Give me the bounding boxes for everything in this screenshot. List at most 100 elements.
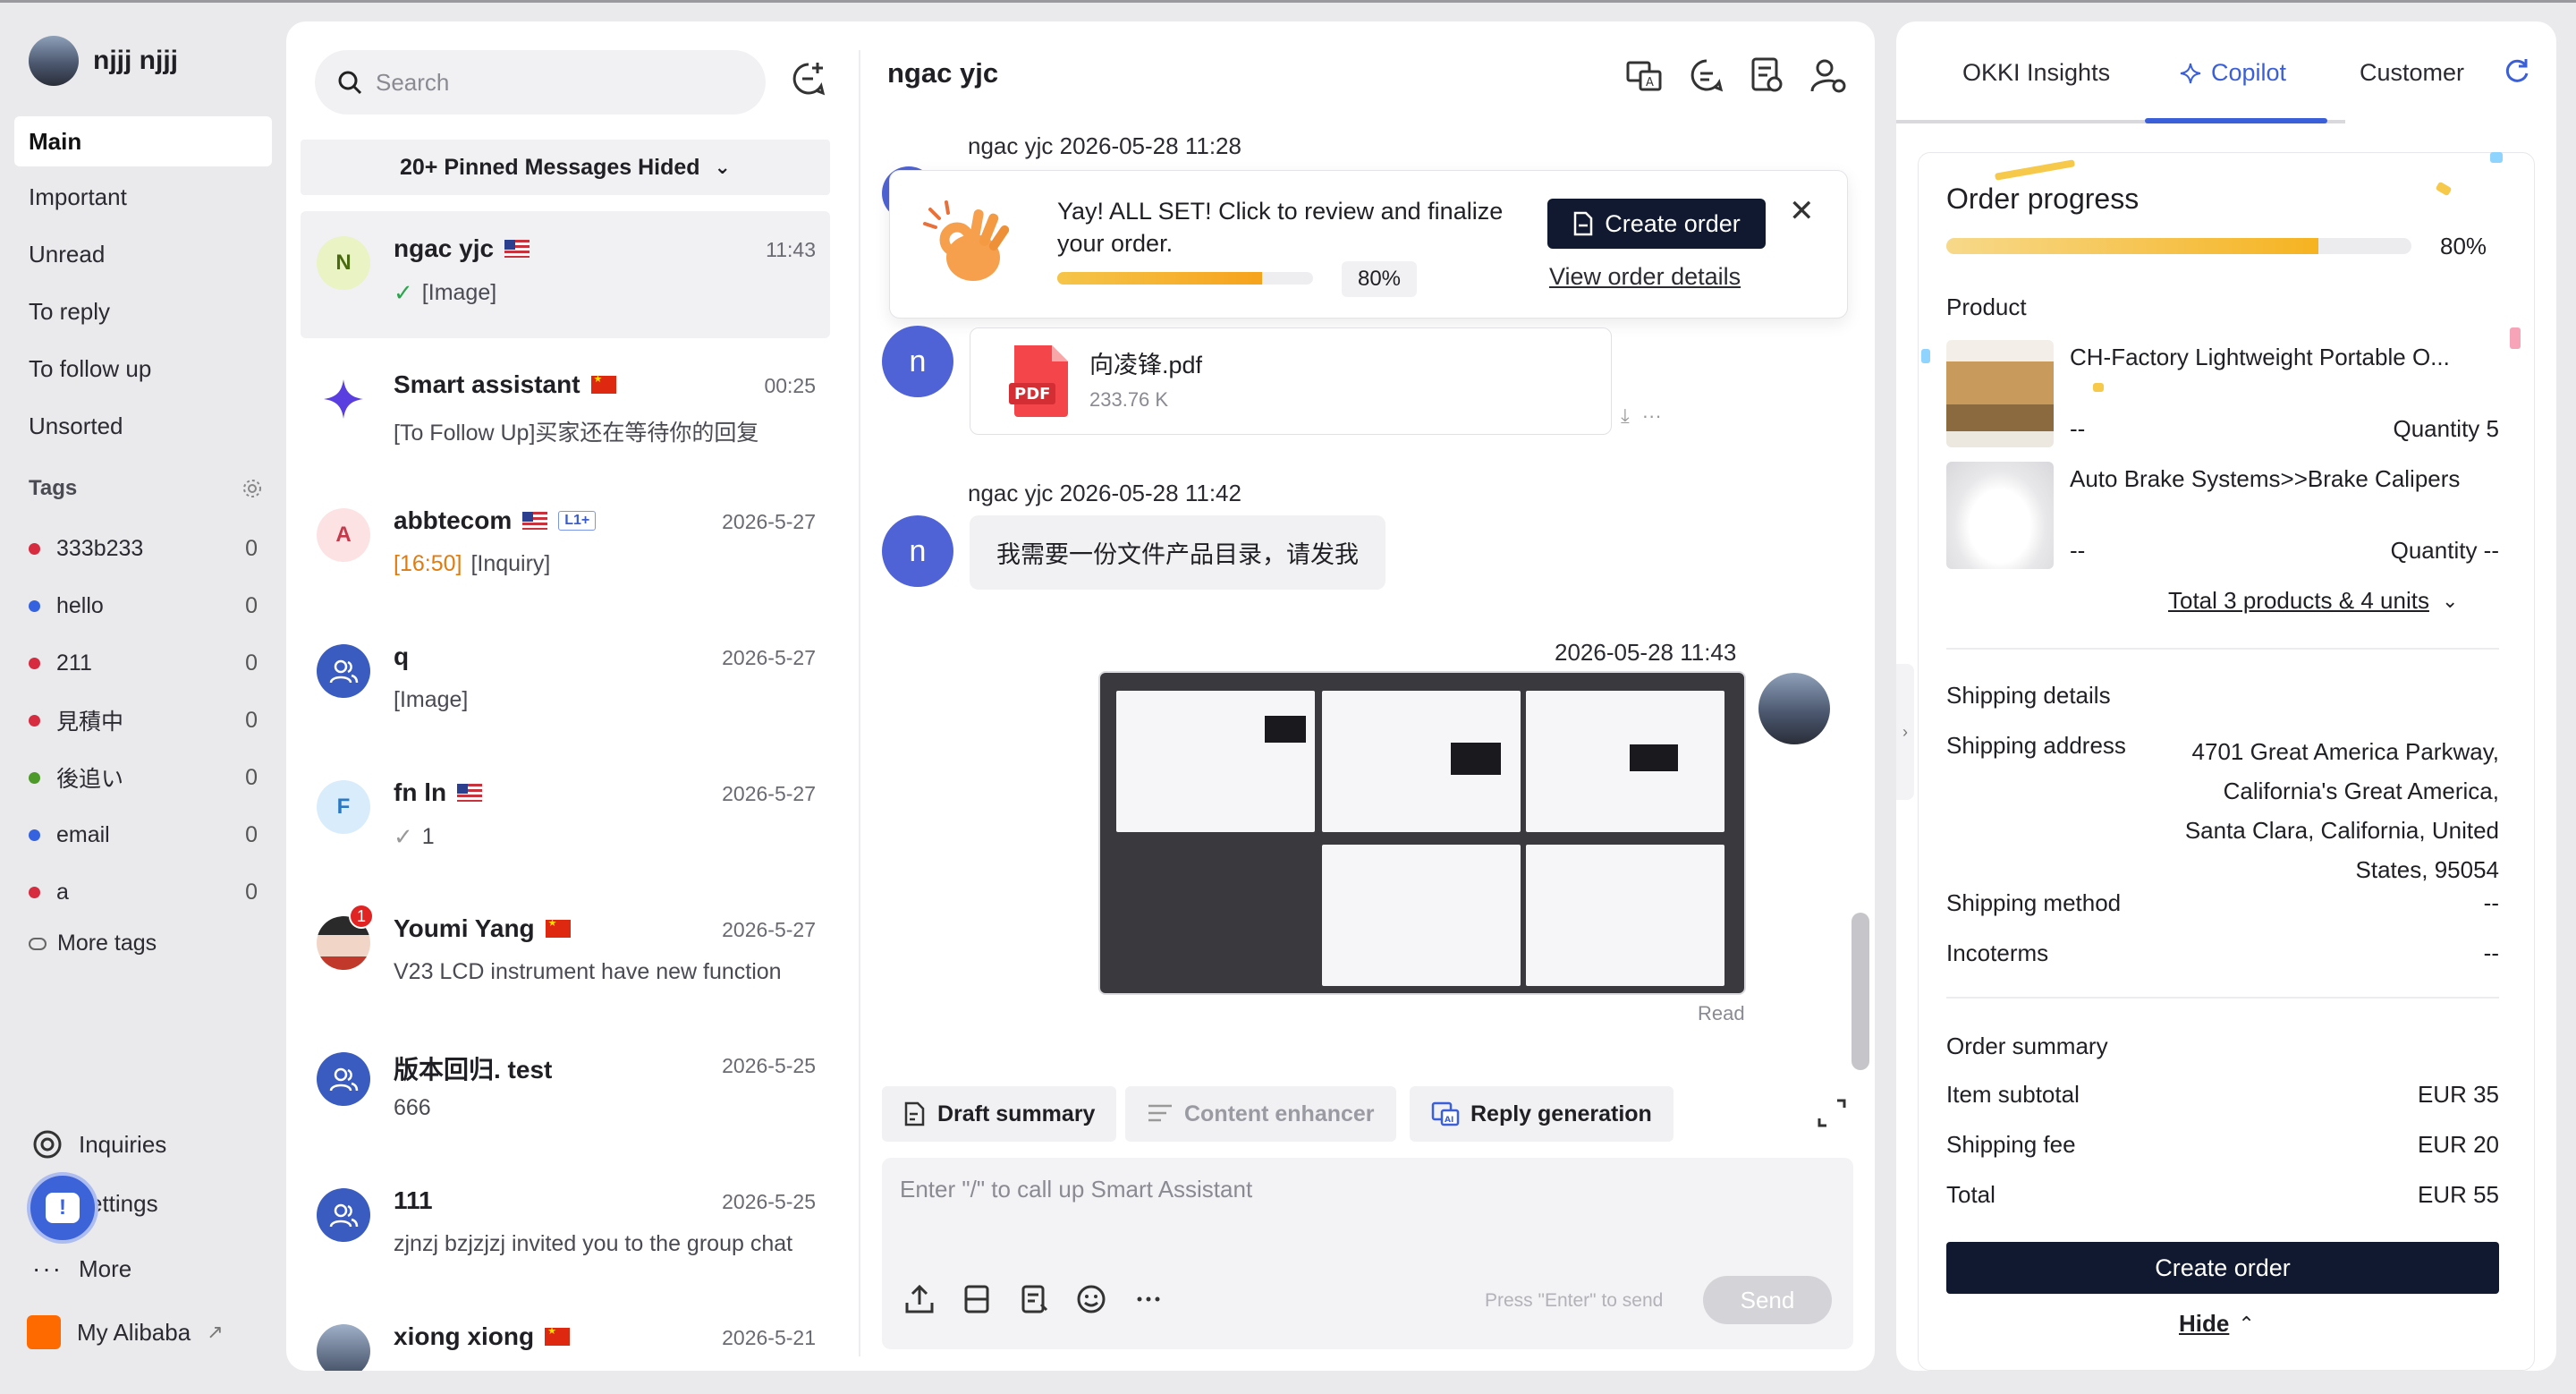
message-input[interactable]: Enter "/" to call up Smart Assistant	[900, 1176, 1252, 1203]
nav-main[interactable]: Main	[14, 116, 272, 166]
confetti	[1921, 349, 1930, 363]
total-products-toggle[interactable]: Total 3 products & 4 units ⌄	[2168, 587, 2458, 615]
conversation-item[interactable]: 1 Youmi Yang 2026-5-27 V23 LCD instrumen…	[301, 891, 830, 1018]
gear-icon[interactable]	[242, 478, 263, 499]
nav-to-follow-up[interactable]: To follow up	[14, 344, 272, 394]
message-meta: ngac yjc 2026-05-28 11:42	[968, 480, 1241, 506]
feedback-button[interactable]: !	[27, 1172, 98, 1244]
hide-label: Hide	[2179, 1310, 2230, 1337]
order-document-icon[interactable]	[1746, 55, 1785, 95]
tag-item[interactable]: 見積中 0	[29, 702, 258, 738]
order-popup-percent: 80%	[1342, 261, 1417, 297]
nav-important[interactable]: Important	[14, 172, 272, 222]
tag-item[interactable]: 333b233 0	[29, 531, 258, 566]
conversation-item[interactable]: 111 2026-5-25 zjnzj bzjzjzj invited you …	[301, 1163, 830, 1290]
total-value: EUR 55	[2417, 1181, 2499, 1208]
preview-text: 666	[394, 1095, 431, 1120]
contact-name-row: Youmi Yang	[394, 914, 571, 943]
shipping-fee-value: EUR 20	[2417, 1131, 2499, 1158]
more-tags-link[interactable]: More tags	[29, 931, 157, 956]
us-flag-icon	[457, 784, 483, 802]
tab-copilot[interactable]: Copilot	[2179, 59, 2286, 87]
chevron-up-icon: ⌃	[2238, 1312, 2255, 1335]
address-line: 4701 Great America Parkway,	[2191, 738, 2499, 765]
conversation-time: 2026-5-27	[722, 918, 816, 941]
new-chat-icon[interactable]	[789, 59, 828, 98]
collapse-panel-handle[interactable]: ›	[1896, 664, 1914, 800]
download-icon[interactable]: ⤓	[1621, 404, 1630, 428]
contact-name: xiong xiong	[394, 1322, 535, 1350]
search-box[interactable]: Search	[315, 50, 766, 115]
contact-name-row: fn ln	[394, 778, 483, 807]
chat-summary-icon[interactable]	[1687, 55, 1726, 95]
conversation-item[interactable]: 版本回归. test 2026-5-25 666	[301, 1027, 830, 1154]
nav-to-reply[interactable]: To reply	[14, 286, 272, 336]
popup-create-order-button[interactable]: Create order	[1547, 199, 1766, 249]
nav-settings[interactable]: ettings	[89, 1190, 158, 1218]
tab-customer[interactable]: Customer	[2360, 59, 2464, 87]
preview-text: [Image]	[421, 280, 497, 305]
tag-item[interactable]: hello 0	[29, 588, 258, 624]
order-popup-text: Yay! ALL SET! Click to review and finali…	[1057, 198, 1504, 257]
unread-badge: 1	[349, 904, 374, 929]
conversation-item[interactable]: Smart assistant 00:25 [To Follow Up]买家还在…	[301, 347, 830, 474]
close-icon[interactable]: ✕	[1789, 193, 1815, 229]
contact-name-row: 111	[394, 1186, 433, 1215]
tag-dot	[29, 599, 40, 612]
nav-unread[interactable]: Unread	[14, 229, 272, 279]
tag-item[interactable]: 211 0	[29, 645, 258, 681]
nav-more[interactable]: ··· More	[32, 1254, 131, 1283]
conversation-item[interactable]: A abbtecom L1+ 2026-5-27 [16:50] [Inquiry]	[301, 483, 830, 610]
conversation-time: 2026-5-27	[722, 510, 816, 533]
conversation-item[interactable]: q 2026-5-27 [Image]	[301, 619, 830, 746]
conversation-item[interactable]: F fn ln 2026-5-27 ✓ 1	[301, 755, 830, 882]
tag-item[interactable]: 後追い 0	[29, 760, 258, 795]
content-enhancer-button[interactable]: Content enhancer	[1125, 1086, 1396, 1142]
tag-label: 見積中	[56, 710, 124, 735]
send-button[interactable]: Send	[1703, 1276, 1832, 1324]
search-input[interactable]: Search	[376, 69, 449, 97]
preview-time-tag: [16:50]	[394, 551, 462, 576]
template-icon[interactable]	[961, 1283, 993, 1315]
upload-icon[interactable]	[903, 1283, 936, 1315]
product-name[interactable]: CH-Factory Lightweight Portable O...	[2070, 344, 2450, 371]
product-name[interactable]: Auto Brake Systems>>Brake Calipers	[2070, 465, 2460, 493]
emoji-icon[interactable]	[1075, 1283, 1107, 1315]
conversation-preview: ✓ 1	[394, 823, 435, 851]
more-options-icon[interactable]: ···	[1642, 404, 1662, 428]
refresh-icon[interactable]	[2503, 55, 2531, 84]
chat-scrollbar[interactable]	[1852, 913, 1869, 1070]
reply-generation-button[interactable]: AI Reply generation	[1410, 1086, 1674, 1142]
image-attachment[interactable]	[1098, 671, 1746, 995]
pinned-label: 20+ Pinned Messages Hided	[400, 154, 700, 180]
tab-okki-insights[interactable]: OKKI Insights	[1962, 59, 2110, 87]
pinned-messages-toggle[interactable]: 20+ Pinned Messages Hided ⌄	[301, 140, 830, 195]
create-order-button[interactable]: Create order	[1946, 1242, 2499, 1294]
user-profile[interactable]: njjj njjj	[29, 36, 178, 86]
nav-unsorted[interactable]: Unsorted	[14, 401, 272, 451]
translate-icon[interactable]: A	[1624, 55, 1664, 95]
contact-name: abbtecom	[394, 506, 513, 534]
conversation-item[interactable]: N ngac yjc 11:43 ✓ [Image]	[301, 211, 830, 338]
contact-name: 版本回归. test	[394, 1056, 553, 1084]
item-subtotal-label: Item subtotal	[1946, 1081, 2080, 1108]
tag-item[interactable]: a0	[29, 874, 258, 910]
more-tools-icon[interactable]	[1132, 1283, 1165, 1315]
quote-form-icon[interactable]	[1018, 1283, 1050, 1315]
hide-toggle[interactable]: Hide ⌃	[2179, 1310, 2255, 1338]
draft-summary-button[interactable]: Draft summary	[882, 1086, 1117, 1142]
tag-count: 0	[245, 764, 258, 790]
nav-my-alibaba[interactable]: My Alibaba ↗	[27, 1315, 224, 1349]
nav-inquiries[interactable]: Inquiries	[32, 1129, 166, 1160]
us-flag-icon	[522, 512, 548, 530]
confetti	[2510, 327, 2521, 349]
contact-settings-icon[interactable]	[1809, 55, 1848, 95]
tag-item[interactable]: email 0	[29, 817, 258, 853]
list-divider	[859, 50, 860, 1356]
conversation-item[interactable]: xiong xiong 2026-5-21	[301, 1299, 830, 1371]
shipping-details-title: Shipping details	[1946, 682, 2111, 709]
view-order-details-link[interactable]: View order details	[1549, 263, 1741, 291]
shipping-method-value: --	[2483, 889, 2499, 916]
expand-icon[interactable]	[1816, 1097, 1848, 1129]
tag-dot	[29, 771, 40, 784]
